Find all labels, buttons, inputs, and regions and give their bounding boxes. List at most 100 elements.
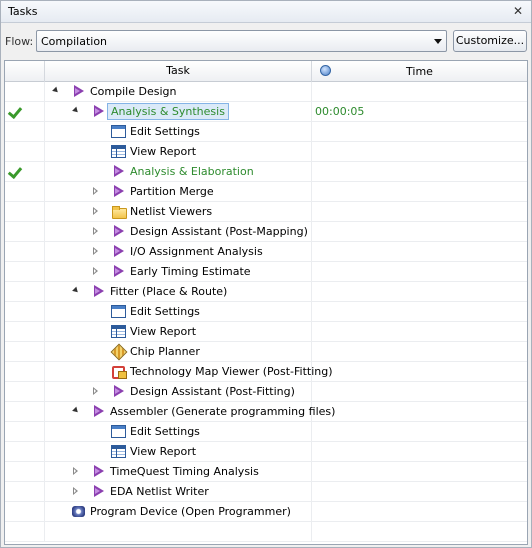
task-label[interactable]: Design Assistant (Post-Mapping): [130, 225, 308, 238]
expand-arrow-icon[interactable]: [93, 387, 98, 395]
task-row[interactable]: Chip Planner: [5, 342, 527, 362]
task-row[interactable]: View Report: [5, 322, 527, 342]
task-label[interactable]: Program Device (Open Programmer): [90, 505, 291, 518]
status-cell: [5, 102, 45, 121]
time-cell: [312, 442, 527, 461]
column-header: Task Time: [5, 61, 527, 82]
collapse-arrow-icon[interactable]: [72, 286, 80, 295]
task-label[interactable]: Technology Map Viewer (Post-Fitting): [130, 365, 333, 378]
expand-arrow-icon[interactable]: [93, 187, 98, 195]
task-row[interactable]: I/O Assignment Analysis: [5, 242, 527, 262]
task-tree: Task Time Compile Design Analysis & Synth…: [4, 60, 528, 545]
task-label[interactable]: Assembler (Generate programming files): [110, 405, 335, 418]
expand-arrow-icon[interactable]: [93, 207, 98, 215]
task-label[interactable]: Early Timing Estimate: [130, 265, 251, 278]
time-cell: [312, 82, 527, 101]
task-column-header[interactable]: Task: [45, 61, 312, 82]
status-cell: [5, 402, 45, 421]
task-cell: Edit Settings: [45, 302, 312, 321]
task-row[interactable]: Compile Design: [5, 82, 527, 102]
task-row[interactable]: Partition Merge: [5, 182, 527, 202]
expand-arrow-icon[interactable]: [73, 487, 78, 495]
status-cell: [5, 202, 45, 221]
play-icon: [111, 245, 126, 258]
collapse-arrow-icon[interactable]: [52, 86, 60, 95]
task-row[interactable]: Edit Settings: [5, 422, 527, 442]
expand-arrow-icon[interactable]: [93, 227, 98, 235]
time-cell: [312, 302, 527, 321]
task-label[interactable]: Edit Settings: [130, 305, 200, 318]
task-row[interactable]: Design Assistant (Post-Fitting): [5, 382, 527, 402]
status-cell: [5, 262, 45, 281]
task-label[interactable]: View Report: [130, 325, 196, 338]
task-label[interactable]: Netlist Viewers: [130, 205, 212, 218]
close-icon[interactable]: ✕: [511, 4, 525, 18]
task-row[interactable]: EDA Netlist Writer: [5, 482, 527, 502]
task-row[interactable]: TimeQuest Timing Analysis: [5, 462, 527, 482]
task-label[interactable]: Analysis & Synthesis: [107, 103, 229, 120]
collapse-arrow-icon[interactable]: [72, 406, 80, 415]
report-icon: [111, 145, 126, 158]
techmap-icon: [111, 365, 127, 379]
expand-arrow-icon[interactable]: [93, 247, 98, 255]
task-label[interactable]: Partition Merge: [130, 185, 214, 198]
time-cell: [312, 482, 527, 501]
task-label[interactable]: Chip Planner: [130, 345, 200, 358]
expand-arrow-icon[interactable]: [93, 267, 98, 275]
time-cell: [312, 182, 527, 201]
task-label[interactable]: TimeQuest Timing Analysis: [110, 465, 259, 478]
flow-select[interactable]: Compilation: [36, 30, 447, 52]
customize-button[interactable]: Customize...: [453, 30, 527, 52]
task-cell: Analysis & Synthesis: [45, 102, 312, 121]
task-cell: Analysis & Elaboration: [45, 162, 312, 181]
flow-label: Flow:: [5, 35, 34, 48]
task-row[interactable]: Program Device (Open Programmer): [5, 502, 527, 522]
task-label[interactable]: View Report: [130, 445, 196, 458]
task-row[interactable]: Edit Settings: [5, 302, 527, 322]
task-label[interactable]: Compile Design: [90, 85, 176, 98]
edit-icon: [111, 425, 126, 438]
task-row[interactable]: Analysis & Synthesis 00:00:05: [5, 102, 527, 122]
task-label[interactable]: EDA Netlist Writer: [110, 485, 209, 498]
task-row[interactable]: View Report: [5, 442, 527, 462]
play-icon: [111, 265, 126, 278]
play-icon: [71, 85, 86, 98]
task-cell: EDA Netlist Writer: [45, 482, 312, 501]
collapse-arrow-icon[interactable]: [72, 106, 80, 115]
expand-arrow-icon[interactable]: [73, 467, 78, 475]
task-row[interactable]: Edit Settings: [5, 122, 527, 142]
task-label[interactable]: I/O Assignment Analysis: [130, 245, 263, 258]
task-label[interactable]: Edit Settings: [130, 425, 200, 438]
time-cell: [312, 422, 527, 441]
task-row[interactable]: Design Assistant (Post-Mapping): [5, 222, 527, 242]
status-cell: [5, 82, 45, 101]
status-column-header[interactable]: [5, 61, 45, 82]
task-row[interactable]: Netlist Viewers: [5, 202, 527, 222]
task-cell: Edit Settings: [45, 122, 312, 141]
play-icon: [111, 165, 126, 178]
task-cell: Netlist Viewers: [45, 202, 312, 221]
time-cell: [312, 382, 527, 401]
task-row[interactable]: Fitter (Place & Route): [5, 282, 527, 302]
task-cell: View Report: [45, 442, 312, 461]
status-cell: [5, 382, 45, 401]
task-row[interactable]: View Report: [5, 142, 527, 162]
task-row[interactable]: Analysis & Elaboration: [5, 162, 527, 182]
status-cell: [5, 342, 45, 361]
tasks-window: Tasks ✕ Flow: Compilation Customize... T…: [0, 0, 532, 548]
time-cell: [312, 522, 527, 541]
task-label[interactable]: View Report: [130, 145, 196, 158]
play-icon: [111, 385, 126, 398]
task-row[interactable]: Technology Map Viewer (Post-Fitting): [5, 362, 527, 382]
task-label[interactable]: Fitter (Place & Route): [110, 285, 227, 298]
status-cell: [5, 162, 45, 181]
chip-icon: [111, 345, 126, 358]
task-row[interactable]: Assembler (Generate programming files): [5, 402, 527, 422]
task-label[interactable]: Edit Settings: [130, 125, 200, 138]
window-title: Tasks: [8, 5, 38, 18]
task-row[interactable]: Early Timing Estimate: [5, 262, 527, 282]
task-label[interactable]: Analysis & Elaboration: [130, 165, 254, 178]
play-icon: [91, 485, 106, 498]
time-column-header[interactable]: Time: [312, 61, 527, 82]
task-label[interactable]: Design Assistant (Post-Fitting): [130, 385, 295, 398]
